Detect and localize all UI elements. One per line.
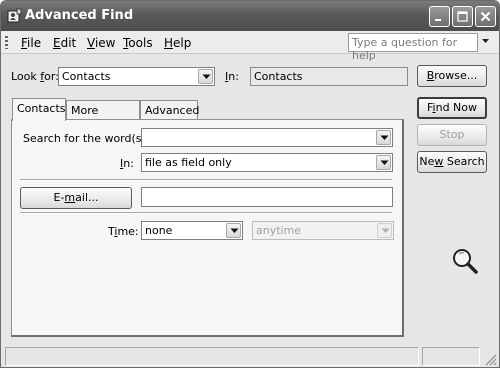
browse-button[interactable]: Browse... [417, 65, 487, 87]
email-button[interactable]: E-mail... [20, 187, 132, 209]
resize-grip-icon[interactable] [485, 354, 497, 366]
menu-view-accesskey: V [87, 36, 95, 50]
status-pane-secondary [422, 347, 480, 366]
chevron-down-icon [230, 228, 239, 233]
search-words-dropdown-button[interactable] [376, 130, 391, 145]
menu-tools[interactable]: Tools [123, 36, 153, 50]
chevron-down-icon [381, 228, 390, 233]
chevron-down-icon[interactable] [481, 38, 490, 44]
title-bar[interactable]: Advanced Find [1, 1, 499, 31]
menu-edit-accesskey: E [53, 36, 61, 50]
tab-contacts[interactable]: Contacts [12, 98, 66, 121]
find-now-button[interactable]: Find Now [417, 97, 487, 119]
magnifier-icon [453, 249, 478, 274]
in-folder-label-post: n: [228, 70, 239, 83]
divider [20, 212, 392, 214]
minimize-button[interactable] [429, 6, 450, 27]
maximize-icon [457, 11, 468, 22]
maximize-button[interactable] [452, 6, 473, 27]
in-folder-label: In: [225, 70, 239, 83]
stop-label: Stop [439, 128, 465, 141]
new-search-button[interactable]: New Search [417, 151, 487, 173]
menu-view[interactable]: View [87, 36, 115, 50]
search-in-label-post: n: [123, 157, 134, 170]
look-for-label: Look for: [11, 70, 59, 83]
email-button-label: ail... [75, 191, 99, 204]
menu-file[interactable]: File [21, 36, 41, 50]
time-label: Time: [108, 225, 139, 238]
menu-help[interactable]: Help [164, 36, 191, 50]
menu-edit[interactable]: Edit [53, 36, 76, 50]
contacts-tab-panel: Search for the word(s): In: file as fiel… [11, 119, 404, 337]
menu-bar: File Edit View Tools Help Type a questio… [1, 31, 499, 62]
time-field-select[interactable]: none [141, 221, 243, 240]
menu-help-accesskey: H [164, 36, 174, 50]
look-for-select[interactable]: Contacts [58, 67, 215, 86]
status-pane-main [5, 347, 419, 366]
chevron-down-icon [380, 135, 389, 140]
search-words-label-text: Search for the word(s): [23, 132, 150, 145]
search-words-label: Search for the word(s): [23, 132, 150, 145]
look-for-label-pre: Look [11, 70, 41, 83]
status-bar [1, 344, 499, 367]
look-for-dropdown-button[interactable] [198, 69, 213, 84]
stop-button[interactable]: Stop [417, 124, 487, 146]
tab-contacts-label: Contacts [17, 102, 66, 115]
close-icon [480, 11, 491, 22]
time-range-value: anytime [256, 224, 302, 237]
time-label-post: me: [117, 225, 139, 238]
chevron-down-icon [380, 160, 389, 165]
divider [20, 179, 392, 181]
menu-help-label: elp [173, 36, 192, 50]
menu-edit-label: dit [60, 36, 77, 50]
in-folder-field: Contacts [250, 67, 408, 86]
look-for-label-post: or: [44, 70, 59, 83]
time-field-dropdown-button[interactable] [226, 223, 241, 238]
time-field-value: none [145, 224, 173, 237]
window-title: Advanced Find [25, 8, 134, 23]
search-in-select[interactable]: file as field only [141, 153, 393, 172]
search-in-label: In: [120, 157, 134, 170]
new-search-accesskey: w [434, 155, 444, 168]
search-words-combo[interactable] [141, 128, 393, 147]
search-in-dropdown-button[interactable] [376, 155, 391, 170]
time-range-select[interactable]: anytime [252, 221, 394, 240]
address-book-icon [7, 8, 22, 23]
look-for-value: Contacts [62, 70, 111, 83]
tab-more-choices[interactable]: More Choices [66, 100, 140, 130]
find-now-label: nd Now [435, 101, 477, 114]
tab-advanced-label: Advanced [145, 104, 200, 117]
new-search-label-pre: Ne [419, 155, 435, 168]
ask-question-placeholder: Type a question for help [352, 36, 458, 62]
new-search-label: Search [443, 155, 485, 168]
ask-question-input[interactable]: Type a question for help [348, 33, 478, 62]
menu-grip[interactable] [5, 36, 8, 49]
advanced-find-window: Advanced Find File Edit View Tools Help … [0, 0, 500, 368]
close-button[interactable] [475, 6, 496, 27]
chevron-down-icon [202, 74, 211, 79]
email-input[interactable] [141, 187, 393, 207]
minimize-icon [435, 19, 441, 21]
time-range-dropdown-button[interactable] [377, 223, 392, 238]
search-in-value: file as field only [145, 156, 232, 169]
menu-file-label: ile [27, 36, 42, 50]
menu-tools-label: ools [128, 36, 153, 50]
browse-label: rowse... [434, 69, 478, 82]
menu-view-label: iew [94, 36, 116, 50]
email-button-accesskey: m [64, 191, 76, 204]
in-folder-value: Contacts [254, 70, 303, 83]
tab-advanced[interactable]: Advanced [140, 100, 200, 120]
email-button-label-pre: E- [53, 191, 65, 204]
